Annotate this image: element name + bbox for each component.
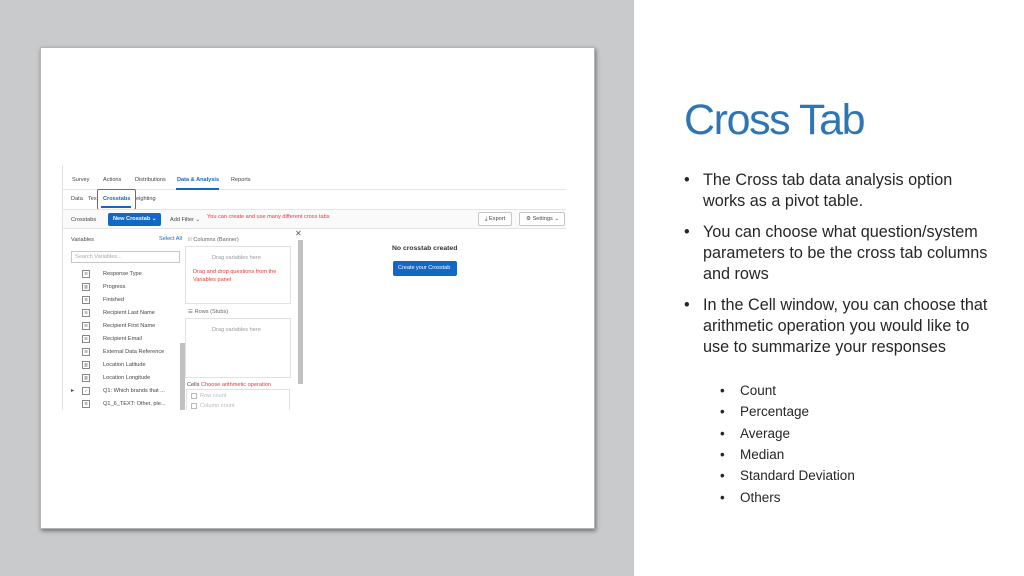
empty-state-title: No crosstab created xyxy=(392,245,458,252)
top-nav: Survey Actions Distributions Data & Anal… xyxy=(63,170,566,190)
list-icon: ☰ xyxy=(82,348,90,356)
nav-reports[interactable]: Reports xyxy=(231,177,251,183)
bullet-item: • You can choose what question/system par… xyxy=(684,223,988,283)
columns-drop-area[interactable]: Drag variables here Drag and drop questi… xyxy=(185,246,291,304)
row-count-checkbox[interactable] xyxy=(191,393,197,399)
chevron-down-icon: ⌄ xyxy=(554,216,560,222)
cells-panel: Cells Choose arithmetic operation Row co… xyxy=(184,379,292,410)
bullet-dot-icon: • xyxy=(720,426,725,441)
nav-survey[interactable]: Survey xyxy=(72,177,89,183)
add-filter-button[interactable]: Add Filter ⌄ xyxy=(170,217,200,223)
chart-icon: ▥ xyxy=(82,374,90,382)
list-icon: ☰ xyxy=(82,270,90,278)
bullet-item: • In the Cell window, you can choose that… xyxy=(684,296,988,356)
column-count-checkbox[interactable] xyxy=(191,403,197,409)
download-icon: ⤓ xyxy=(485,216,488,222)
variables-panel: Variables Select All Search Variables...… xyxy=(68,233,185,410)
cells-header: Cells Choose arithmetic operation xyxy=(187,382,271,388)
bullet-dot-icon: • xyxy=(720,447,725,462)
rows-icon: ☰ xyxy=(188,309,194,315)
list-icon: ☰ xyxy=(82,296,90,304)
drop-hint: Drag variables here xyxy=(212,327,261,333)
qualtrics-screenshot: Survey Actions Distributions Data & Anal… xyxy=(62,165,566,410)
crosstab-result-area: No crosstab created Create your Crosstab xyxy=(306,229,566,410)
gear-icon: ⚙ xyxy=(526,216,532,222)
nav-data-analysis[interactable]: Data & Analysis xyxy=(177,177,219,183)
rows-drop-area[interactable]: Drag variables here xyxy=(185,318,291,378)
row-count-label: Row count xyxy=(200,393,227,399)
panel-scrollbar[interactable] xyxy=(298,240,303,384)
tab-data[interactable]: Data xyxy=(71,196,83,202)
annotation-crosstabs: You can create and use many different cr… xyxy=(207,214,330,220)
settings-button[interactable]: ⚙ Settings ⌄ xyxy=(519,212,565,226)
annotation-drag-drop: Drag and drop questions from the Variabl… xyxy=(193,269,277,283)
bullet-dot-icon: • xyxy=(684,171,690,189)
crosstab-toolbar: Crosstabs New Crosstab ⌄ Add Filter ⌄ Yo… xyxy=(63,209,566,229)
export-button[interactable]: ⤓ Export xyxy=(478,212,512,226)
rows-panel: ☰ Rows (Stubs) Drag variables here xyxy=(184,305,292,379)
list-icon: ☰ xyxy=(82,400,90,408)
crosstabs-label: Crosstabs xyxy=(71,217,97,223)
expand-arrow-icon[interactable]: ▸ xyxy=(71,387,74,394)
chart-icon: ▥ xyxy=(82,283,90,291)
bullet-item: • The Cross tab data analysis option work… xyxy=(684,171,953,210)
bullet-dot-icon: • xyxy=(720,383,725,398)
check-icon: ✓ xyxy=(82,387,90,395)
sub-nav: Data Text Crosstabs eighting xyxy=(63,192,566,208)
nav-distributions[interactable]: Distributions xyxy=(135,177,166,183)
variables-header: Variables xyxy=(71,237,94,243)
columns-header: ⦙⦙⦙ Columns (Banner) xyxy=(188,237,239,243)
active-nav-underline xyxy=(176,188,219,190)
slide-title: Cross Tab xyxy=(684,96,866,144)
chart-icon: ▥ xyxy=(82,361,90,369)
column-count-label: Column count xyxy=(200,403,235,409)
rows-header: ☰ Rows (Stubs) xyxy=(188,309,229,315)
create-crosstab-button[interactable]: Create your Crosstab xyxy=(393,261,457,276)
nav-actions[interactable]: Actions xyxy=(103,177,121,183)
columns-panel: ⦙⦙⦙ Columns (Banner) Drag variables here… xyxy=(184,233,292,305)
chevron-down-icon: ⌄ xyxy=(195,217,201,223)
chevron-down-icon: ⌄ xyxy=(151,216,157,222)
bullet-dot-icon: • xyxy=(720,404,725,419)
bullet-dot-icon: • xyxy=(684,223,690,241)
bullet-dot-icon: • xyxy=(684,296,690,314)
bullet-dot-icon: • xyxy=(720,490,725,505)
close-icon[interactable]: ✕ xyxy=(295,229,302,238)
tab-weighting[interactable]: eighting xyxy=(136,196,156,202)
select-all-link[interactable]: Select All xyxy=(159,236,182,242)
list-icon: ☰ xyxy=(82,309,90,317)
columns-icon: ⦙⦙⦙ xyxy=(188,237,192,243)
annotation-cells: Choose arithmetic operation xyxy=(201,382,271,388)
list-icon: ☰ xyxy=(82,322,90,330)
new-crosstab-button[interactable]: New Crosstab ⌄ xyxy=(108,213,161,226)
list-icon: ☰ xyxy=(82,335,90,343)
bullet-dot-icon: • xyxy=(720,468,725,483)
cells-options: Row count Column count xyxy=(186,389,290,410)
search-variables-input[interactable]: Search Variables... xyxy=(71,251,180,263)
active-tab-underline xyxy=(101,206,131,208)
drop-hint: Drag variables here xyxy=(212,255,261,261)
